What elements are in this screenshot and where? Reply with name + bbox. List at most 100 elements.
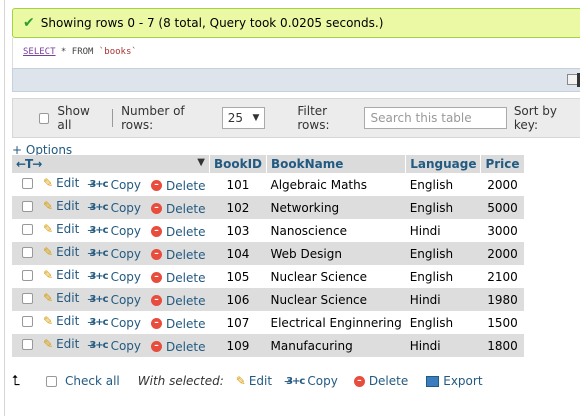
cell-bookid[interactable]: 109	[209, 334, 267, 357]
cell-language[interactable]: Hindi	[405, 219, 481, 242]
delete-button[interactable]: – Delete	[151, 340, 205, 354]
row-checkbox[interactable]	[22, 178, 33, 190]
show-all-checkbox[interactable]	[39, 112, 50, 124]
rows-select[interactable]: 25 ▼	[221, 107, 266, 129]
cell-price[interactable]: 1800	[480, 334, 525, 357]
delete-button[interactable]: – Delete	[151, 248, 205, 262]
edit-button[interactable]: ✎ Edit	[43, 245, 79, 259]
pencil-icon: ✎	[43, 222, 54, 237]
cell-price[interactable]: 3000	[480, 219, 525, 242]
column-arrows-icon[interactable]: ←T→	[16, 157, 42, 171]
row-actions: ✎ Edit 3̶+c Copy – Delete	[12, 311, 210, 334]
edit-button[interactable]: ✎ Edit	[43, 268, 79, 282]
cell-bookid[interactable]: 102	[209, 196, 267, 219]
copy-label: Copy	[110, 223, 142, 238]
table-row[interactable]: ✎ Edit 3̶+c Copy – Delete 102 Networking English…	[12, 196, 525, 219]
copy-icon: 3̶+c	[89, 202, 108, 214]
cell-bookname[interactable]: Nanoscience	[266, 219, 406, 242]
table-row[interactable]: ✎ Edit 3̶+c Copy – Delete 109 Manufacuring Hindi…	[12, 334, 525, 357]
cell-bookname[interactable]: Nuclear Science	[266, 288, 406, 311]
copy-button[interactable]: 3̶+c Copy	[89, 293, 141, 307]
copy-button[interactable]: 3̶+c Copy	[89, 178, 141, 192]
cell-bookname[interactable]: Nuclear Science	[266, 265, 406, 288]
cell-language[interactable]: English	[405, 173, 481, 196]
table-row[interactable]: ✎ Edit 3̶+c Copy – Delete 106 Nuclear Science Hi…	[12, 288, 525, 311]
table-row[interactable]: ✎ Edit 3̶+c Copy – Delete 103 Nanoscience Hindi 3…	[12, 219, 525, 242]
sql-query: SELECT * FROM `books`	[12, 38, 580, 68]
delete-button[interactable]: – Delete	[151, 294, 205, 308]
cell-bookname[interactable]: Networking	[266, 196, 406, 219]
delete-button[interactable]: – Delete	[151, 317, 205, 331]
cell-language[interactable]: English	[405, 242, 481, 265]
col-header-bookname[interactable]: BookName	[266, 155, 407, 173]
cell-language[interactable]: Hindi	[405, 334, 481, 357]
bulk-delete-button[interactable]: – Delete	[353, 374, 408, 388]
export-button[interactable]: Export	[426, 374, 483, 388]
col-header-language[interactable]: Language	[405, 155, 482, 173]
copy-label: Copy	[110, 338, 142, 353]
cell-price[interactable]: 2100	[480, 265, 525, 288]
edit-button[interactable]: ✎ Edit	[43, 176, 79, 190]
copy-button[interactable]: 3̶+c Copy	[89, 201, 141, 215]
check-all-checkbox[interactable]	[46, 375, 57, 387]
cell-bookname[interactable]: Manufacuring	[266, 334, 406, 357]
sql-keyword-select[interactable]: SELECT	[23, 47, 56, 57]
col-header-price[interactable]: Price	[480, 155, 525, 173]
cell-bookid[interactable]: 105	[209, 265, 267, 288]
cell-bookname[interactable]: Algebraic Maths	[266, 173, 406, 196]
check-all-label[interactable]: Check all	[65, 374, 120, 388]
row-checkbox[interactable]	[22, 247, 33, 259]
row-checkbox[interactable]	[22, 293, 33, 305]
cell-bookname[interactable]: Web Design	[266, 242, 406, 265]
cell-bookid[interactable]: 103	[209, 219, 267, 242]
col-header-bookid[interactable]: BookID	[209, 155, 268, 173]
query-toolbar	[12, 68, 580, 92]
edit-button[interactable]: ✎ Edit	[43, 314, 79, 328]
copy-button[interactable]: 3̶+c Copy	[89, 270, 141, 284]
copy-button[interactable]: 3̶+c Copy	[89, 247, 141, 261]
cell-bookid[interactable]: 101	[209, 173, 267, 196]
cell-language[interactable]: Hindi	[405, 288, 481, 311]
table-row[interactable]: ✎ Edit 3̶+c Copy – Delete 101 Algebraic Maths En…	[12, 173, 525, 196]
row-checkbox[interactable]	[22, 201, 33, 213]
cell-language[interactable]: English	[405, 265, 481, 288]
cell-price[interactable]: 2000	[480, 173, 525, 196]
cell-language[interactable]: English	[405, 196, 481, 219]
actions-header: ←T→ ▼	[12, 155, 210, 173]
cell-price[interactable]: 1980	[480, 288, 525, 311]
cell-price[interactable]: 2000	[480, 242, 525, 265]
table-row[interactable]: ✎ Edit 3̶+c Copy – Delete 107 Electrical Enginn…	[12, 311, 525, 334]
edit-button[interactable]: ✎ Edit	[43, 291, 79, 305]
edit-button[interactable]: ✎ Edit	[43, 337, 79, 351]
cell-bookname[interactable]: Electrical Enginnering	[266, 311, 406, 334]
table-row[interactable]: ✎ Edit 3̶+c Copy – Delete 104 Web Design English…	[12, 242, 525, 265]
cell-bookid[interactable]: 107	[209, 311, 267, 334]
row-checkbox[interactable]	[22, 224, 33, 236]
delete-button[interactable]: – Delete	[151, 202, 205, 216]
row-checkbox[interactable]	[22, 316, 33, 328]
delete-button[interactable]: – Delete	[151, 179, 205, 193]
bulk-copy-button[interactable]: 3̶+c Copy	[286, 374, 338, 388]
table-navigation: Show all Number of rows: 25 ▼ Filter row…	[12, 98, 580, 138]
edit-button[interactable]: ✎ Edit	[43, 222, 79, 236]
bulk-edit-button[interactable]: ✎ Edit	[236, 374, 272, 388]
cell-price[interactable]: 1500	[480, 311, 525, 334]
show-all-label: Show all	[57, 104, 90, 132]
filter-input[interactable]: Search this table	[364, 107, 507, 129]
copy-button[interactable]: 3̶+c Copy	[89, 339, 141, 353]
pencil-icon: ✎	[43, 245, 54, 260]
edit-button[interactable]: ✎ Edit	[43, 199, 79, 213]
cell-price[interactable]: 5000	[480, 196, 525, 219]
cell-bookid[interactable]: 106	[209, 288, 267, 311]
row-checkbox[interactable]	[22, 270, 33, 282]
cell-language[interactable]: English	[405, 311, 481, 334]
copy-button[interactable]: 3̶+c Copy	[89, 316, 141, 330]
row-checkbox[interactable]	[22, 339, 33, 351]
sort-triangle-icon[interactable]: ▼	[197, 157, 205, 168]
copy-button[interactable]: 3̶+c Copy	[89, 224, 141, 238]
table-row[interactable]: ✎ Edit 3̶+c Copy – Delete 105 Nuclear Science En…	[12, 265, 525, 288]
delete-icon: –	[151, 341, 163, 353]
cell-bookid[interactable]: 104	[209, 242, 267, 265]
delete-button[interactable]: – Delete	[151, 271, 205, 285]
delete-button[interactable]: – Delete	[151, 225, 205, 239]
